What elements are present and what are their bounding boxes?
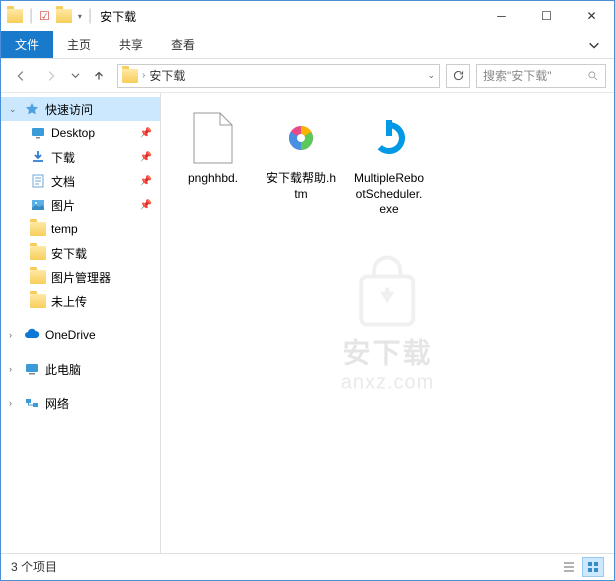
sidebar-item-label: 安下载 — [51, 245, 87, 262]
watermark-text: 安下载 — [342, 332, 432, 372]
sidebar-item-desktop[interactable]: Desktop 📌 — [1, 121, 160, 145]
statusbar: 3 个项目 — [1, 553, 614, 579]
search-placeholder: 搜索"安下载" — [483, 67, 552, 84]
sidebar-item-label: OneDrive — [45, 328, 96, 342]
file-label: 安下载帮助.htm — [265, 171, 337, 202]
dropdown-icon[interactable]: ⌄ — [427, 70, 435, 81]
window-controls: ─ ☐ ✕ — [479, 1, 614, 31]
refresh-button[interactable] — [446, 64, 470, 88]
sidebar-item-label: 网络 — [45, 395, 69, 412]
icons-view-button[interactable] — [582, 557, 604, 577]
sidebar-item-picmgr[interactable]: 图片管理器 — [1, 265, 160, 289]
sidebar: ⌄ 快速访问 Desktop 📌 下载 📌 文档 📌 图片 📌 temp — [1, 93, 161, 553]
sidebar-item-downloads[interactable]: 下载 📌 — [1, 145, 160, 169]
sidebar-item-pictures[interactable]: 图片 📌 — [1, 193, 160, 217]
ribbon-expand-button[interactable] — [574, 31, 614, 58]
minimize-button[interactable]: ─ — [479, 1, 524, 31]
folder-icon — [7, 9, 23, 23]
back-button[interactable] — [9, 64, 33, 88]
window-title: 安下载 — [100, 8, 136, 25]
tab-home[interactable]: 主页 — [53, 31, 105, 58]
titlebar: | ☑ ▾ | 安下载 ─ ☐ ✕ — [1, 1, 614, 31]
pin-icon: 📌 — [140, 128, 152, 139]
file-icon — [189, 109, 237, 167]
sidebar-item-anxz[interactable]: 安下载 — [1, 241, 160, 265]
folder-icon[interactable] — [56, 9, 72, 23]
tab-share[interactable]: 共享 — [105, 31, 157, 58]
dropdown-icon[interactable]: ▾ — [78, 12, 82, 21]
tab-file[interactable]: 文件 — [1, 31, 53, 58]
ribbon: 文件 主页 共享 查看 — [1, 31, 614, 59]
sidebar-thispc[interactable]: › 此电脑 — [1, 357, 160, 381]
divider: | — [29, 7, 33, 25]
htm-icon — [277, 109, 325, 167]
sidebar-item-documents[interactable]: 文档 📌 — [1, 169, 160, 193]
sidebar-item-label: 图片管理器 — [51, 269, 111, 286]
pin-icon: 📌 — [140, 200, 152, 211]
folder-icon — [29, 292, 47, 310]
sidebar-item-label: 此电脑 — [45, 361, 81, 378]
status-item-count: 3 个项目 — [11, 558, 57, 575]
divider: | — [88, 7, 92, 25]
up-button[interactable] — [87, 64, 111, 88]
file-list[interactable]: pnghhbd. 安下载帮助.htm MultipleRebootSchedul… — [161, 93, 614, 553]
exe-icon — [365, 109, 413, 167]
details-view-button[interactable] — [558, 557, 580, 577]
chevron-down-icon — [587, 38, 601, 52]
chevron-right-icon: › — [142, 70, 145, 81]
bag-icon — [343, 252, 433, 332]
star-icon — [23, 100, 41, 118]
forward-button[interactable] — [39, 64, 63, 88]
watermark: 安下载 anxz.com — [341, 252, 435, 395]
computer-icon — [23, 360, 41, 378]
close-button[interactable]: ✕ — [569, 1, 614, 31]
sidebar-onedrive[interactable]: › OneDrive — [1, 323, 160, 347]
cloud-icon — [23, 326, 41, 344]
picture-icon — [29, 196, 47, 214]
folder-icon — [29, 244, 47, 262]
pin-icon: 📌 — [140, 176, 152, 187]
folder-icon — [29, 220, 47, 238]
view-switcher — [558, 557, 604, 577]
sidebar-item-label: Desktop — [51, 126, 95, 140]
watermark-sub: anxz.com — [341, 372, 435, 395]
sidebar-quick-access[interactable]: ⌄ 快速访问 — [1, 97, 160, 121]
main-area: ⌄ 快速访问 Desktop 📌 下载 📌 文档 📌 图片 📌 temp — [1, 93, 614, 553]
sidebar-item-label: 文档 — [51, 173, 75, 190]
file-item[interactable]: 安下载帮助.htm — [261, 105, 341, 222]
chevron-right-icon: › — [9, 398, 19, 408]
tab-view[interactable]: 查看 — [157, 31, 209, 58]
network-icon — [23, 394, 41, 412]
sidebar-item-label: 图片 — [51, 197, 75, 214]
chevron-right-icon: › — [9, 330, 19, 340]
file-label: pnghhbd. — [188, 171, 238, 187]
quickaccess-toolbar: | ☑ ▾ | — [7, 7, 92, 25]
pin-icon: 📌 — [140, 152, 152, 163]
chevron-down-icon: ⌄ — [9, 104, 19, 115]
search-icon — [587, 70, 599, 82]
maximize-button[interactable]: ☐ — [524, 1, 569, 31]
breadcrumb-item[interactable]: 安下载 — [149, 67, 185, 84]
search-input[interactable]: 搜索"安下载" — [476, 64, 606, 88]
desktop-icon — [29, 124, 47, 142]
check-icon[interactable]: ☑ — [39, 9, 50, 23]
sidebar-network[interactable]: › 网络 — [1, 391, 160, 415]
chevron-right-icon: › — [9, 364, 19, 374]
sidebar-item-label: 下载 — [51, 149, 75, 166]
sidebar-item-notuploaded[interactable]: 未上传 — [1, 289, 160, 313]
file-item[interactable]: MultipleRebootScheduler.exe — [349, 105, 429, 222]
file-label: MultipleRebootScheduler.exe — [353, 171, 425, 218]
address-bar[interactable]: › 安下载 ⌄ — [117, 64, 440, 88]
sidebar-item-label: 未上传 — [51, 293, 87, 310]
sidebar-item-label: 快速访问 — [45, 101, 93, 118]
folder-icon — [29, 268, 47, 286]
navbar: › 安下载 ⌄ 搜索"安下载" — [1, 59, 614, 93]
document-icon — [29, 172, 47, 190]
folder-icon — [122, 69, 138, 83]
sidebar-item-temp[interactable]: temp — [1, 217, 160, 241]
download-icon — [29, 148, 47, 166]
recent-button[interactable] — [69, 64, 81, 88]
file-item[interactable]: pnghhbd. — [173, 105, 253, 222]
sidebar-item-label: temp — [51, 222, 78, 236]
